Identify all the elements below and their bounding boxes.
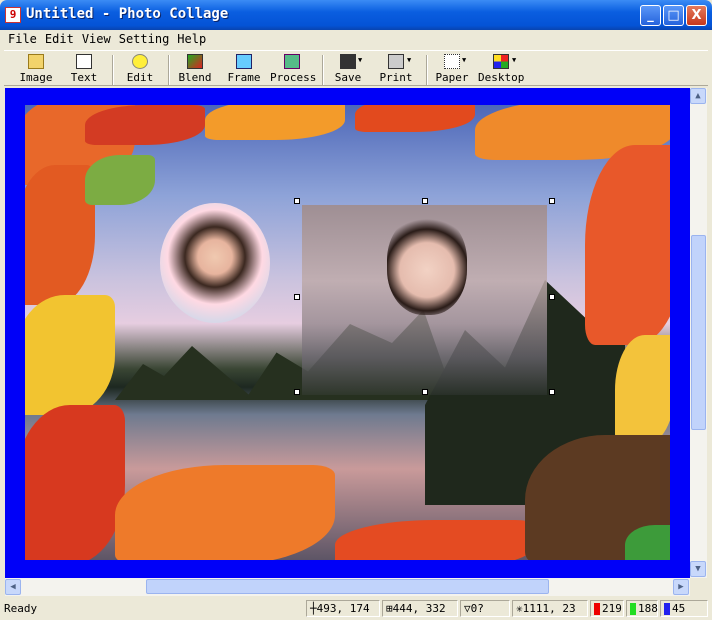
position-icon: ┼: [310, 602, 317, 615]
menu-bar: File Edit View Setting Help: [4, 30, 708, 49]
open-folder-icon: [28, 54, 44, 69]
print-dropdown-arrow-icon[interactable]: ▼: [407, 56, 411, 64]
horizontal-scroll-thumb[interactable]: [146, 579, 549, 594]
maximize-button[interactable]: □: [663, 5, 684, 26]
paper-icon: [444, 54, 460, 69]
menu-edit[interactable]: Edit: [41, 30, 78, 48]
text-button[interactable]: Text: [66, 54, 102, 86]
status-text: Ready: [4, 602, 38, 615]
process-button[interactable]: Process: [270, 54, 316, 86]
separator: [168, 55, 170, 85]
circular-portrait-photo[interactable]: [160, 203, 270, 323]
resize-handle[interactable]: [422, 198, 428, 204]
scroll-right-arrow-icon[interactable]: ▶: [673, 579, 689, 595]
blend-button[interactable]: Blend: [176, 54, 214, 86]
close-button[interactable]: X: [686, 5, 707, 26]
collage-canvas[interactable]: [5, 88, 690, 578]
selected-portrait-photo[interactable]: [302, 205, 547, 395]
window-title: Untitled - Photo Collage: [26, 6, 229, 22]
green-value: 188: [626, 600, 658, 617]
frame-button[interactable]: Frame: [226, 54, 262, 86]
paper-dropdown-arrow-icon[interactable]: ▼: [462, 56, 466, 64]
scroll-left-arrow-icon[interactable]: ◀: [5, 579, 21, 595]
angle-icon: ▽: [464, 602, 471, 615]
resize-handle[interactable]: [294, 198, 300, 204]
status-bar: Ready ┼493, 174 ⊞444, 332 ▽0? ✳1111, 23 …: [0, 598, 712, 620]
process-icon: [284, 54, 300, 69]
save-dropdown-arrow-icon[interactable]: ▼: [358, 56, 362, 64]
scroll-down-arrow-icon[interactable]: ▼: [690, 561, 706, 577]
edit-button[interactable]: Edit: [122, 54, 158, 86]
size-readout: ⊞444, 332: [382, 600, 458, 617]
size-icon: ⊞: [386, 602, 393, 615]
printer-icon: [388, 54, 404, 69]
position-readout: ┼493, 174: [306, 600, 380, 617]
separator: [322, 55, 324, 85]
separator: [426, 55, 428, 85]
floppy-disk-icon: [340, 54, 356, 69]
resize-handle[interactable]: [294, 389, 300, 395]
blend-icon: [187, 54, 203, 69]
resize-handle[interactable]: [549, 294, 555, 300]
desktop-dropdown-arrow-icon[interactable]: ▼: [512, 56, 516, 64]
resize-handle[interactable]: [549, 389, 555, 395]
vertical-scroll-thumb[interactable]: [691, 235, 706, 430]
separator: [112, 55, 114, 85]
minimize-button[interactable]: _: [640, 5, 661, 26]
menu-setting[interactable]: Setting: [115, 30, 174, 48]
blue-value: 45: [660, 600, 708, 617]
app-icon: 9: [5, 7, 21, 23]
angle-readout: ▽0?: [460, 600, 510, 617]
resize-handle[interactable]: [294, 294, 300, 300]
desktop-icon: [493, 54, 509, 69]
menu-help[interactable]: Help: [173, 30, 210, 48]
cursor-readout: ✳1111, 23: [512, 600, 588, 617]
horizontal-scrollbar[interactable]: ◀ ▶: [5, 578, 690, 596]
vertical-scrollbar[interactable]: ▲ ▼: [690, 88, 707, 578]
cursor-icon: ✳: [516, 602, 523, 615]
red-value: 219: [590, 600, 624, 617]
lightbulb-icon: [132, 54, 148, 69]
menu-file[interactable]: File: [4, 30, 41, 48]
collage-background-photo: [25, 105, 670, 560]
resize-handle[interactable]: [422, 389, 428, 395]
resize-handle[interactable]: [549, 198, 555, 204]
scroll-up-arrow-icon[interactable]: ▲: [690, 88, 706, 104]
text-icon: [76, 54, 92, 69]
desktop-button[interactable]: Desktop: [478, 54, 524, 86]
title-bar: 9 Untitled - Photo Collage _ □ X: [0, 0, 712, 30]
image-button[interactable]: Image: [16, 54, 56, 86]
menu-view[interactable]: View: [78, 30, 115, 48]
toolbar: Image Text Edit Blend Frame Process Save…: [4, 50, 708, 86]
frame-icon: [236, 54, 252, 69]
